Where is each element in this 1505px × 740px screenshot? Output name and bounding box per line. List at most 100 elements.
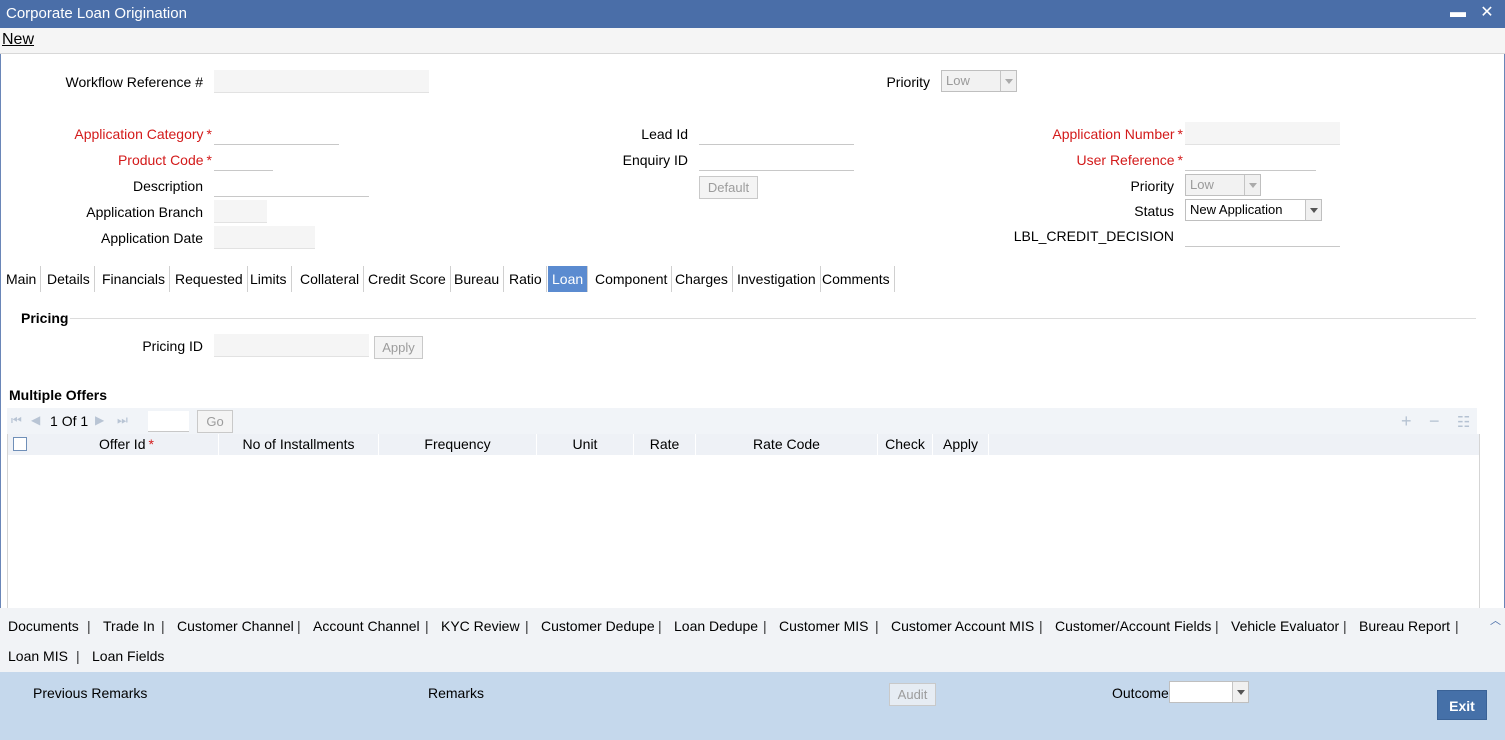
col-no-of-installments: No of Installments	[219, 434, 379, 455]
tab-details[interactable]: Details	[43, 266, 95, 292]
prev-page-icon[interactable]: ◀	[31, 414, 43, 426]
product-code-field[interactable]	[214, 148, 273, 171]
tab-main[interactable]: Main	[2, 266, 42, 292]
tab-loan[interactable]: Loan	[548, 266, 589, 292]
separator: |	[87, 618, 91, 634]
col-check: Check	[878, 434, 933, 455]
enquiry-id-field[interactable]	[699, 148, 854, 171]
separator: |	[1455, 618, 1459, 634]
status-label: Status	[1134, 203, 1174, 219]
tab-ratio[interactable]: Ratio	[505, 266, 547, 292]
app-number-field[interactable]	[1185, 122, 1340, 145]
tab-credit-score[interactable]: Credit Score	[364, 266, 451, 292]
page-indicator: 1 Of 1	[50, 413, 89, 429]
workflow-ref-field[interactable]	[214, 70, 429, 93]
last-page-icon[interactable]: ⏭	[117, 414, 129, 426]
description-field[interactable]	[214, 174, 369, 197]
pricing-id-field[interactable]	[214, 334, 369, 357]
link-customer-account-mis[interactable]: Customer Account MIS	[891, 618, 1034, 634]
exit-button[interactable]: Exit	[1437, 690, 1487, 720]
link-customer-account-fields[interactable]: Customer/Account Fields	[1055, 618, 1211, 634]
collapse-links-icon[interactable]: ︿	[1490, 612, 1501, 628]
default-button[interactable]: Default	[699, 176, 758, 199]
minimize-icon[interactable]: ▬	[1448, 3, 1468, 23]
footer-bar: Previous Remarks Remarks Audit Outcome	[0, 672, 1505, 740]
tab-charges[interactable]: Charges	[671, 266, 733, 292]
chevron-down-icon	[1232, 682, 1248, 702]
separator: |	[525, 618, 529, 634]
app-number-label: Application Number *	[1052, 126, 1183, 142]
chevron-down-icon	[1000, 71, 1016, 91]
offers-grid-header: Offer Id * No of Installments Frequency U…	[7, 434, 1480, 455]
link-loan-mis[interactable]: Loan MIS	[8, 648, 68, 664]
audit-button[interactable]: Audit	[889, 683, 936, 706]
separator: |	[763, 618, 767, 634]
first-page-icon[interactable]: ⏮	[11, 414, 23, 426]
go-page-input[interactable]	[148, 411, 189, 432]
close-icon[interactable]: ✕	[1477, 3, 1497, 23]
tab-investigation[interactable]: Investigation	[733, 266, 821, 292]
separator: |	[875, 618, 879, 634]
separator: |	[1039, 618, 1043, 634]
header-priority-select[interactable]: Low	[941, 70, 1017, 92]
user-ref-field[interactable]	[1185, 148, 1316, 171]
app-branch-field[interactable]	[214, 200, 267, 223]
chevron-down-icon	[1305, 200, 1321, 220]
remove-row-icon[interactable]: −	[1429, 411, 1440, 432]
new-link[interactable]: New	[2, 31, 34, 49]
app-branch-label: Application Branch	[86, 204, 203, 220]
tab-financials[interactable]: Financials	[98, 266, 171, 292]
tab-component[interactable]: Component	[591, 266, 673, 292]
description-label: Description	[132, 178, 203, 194]
select-all-checkbox[interactable]	[13, 437, 27, 451]
chevron-down-icon	[1244, 175, 1260, 195]
tab-limits[interactable]: Limits	[246, 266, 292, 292]
header-priority-label: Priority	[886, 74, 930, 90]
link-account-channel[interactable]: Account Channel	[313, 618, 420, 634]
pricing-id-label: Pricing ID	[142, 338, 203, 354]
outcome-select[interactable]	[1169, 681, 1249, 703]
next-page-icon[interactable]: ▶	[95, 414, 107, 426]
col-unit: Unit	[537, 434, 634, 455]
offers-grid-body	[7, 455, 1480, 608]
previous-remarks-link[interactable]: Previous Remarks	[33, 685, 147, 701]
link-kyc-review[interactable]: KYC Review	[441, 618, 520, 634]
lead-id-field[interactable]	[699, 122, 854, 145]
subsystem-links: Documents | Trade In | Customer Channel …	[0, 608, 1505, 672]
single-view-icon[interactable]: ☷	[1457, 413, 1470, 431]
lead-id-label: Lead Id	[641, 126, 688, 142]
tab-collateral[interactable]: Collateral	[296, 266, 365, 292]
header-priority-value: Low	[946, 73, 970, 88]
outcome-label: Outcome	[1112, 685, 1169, 701]
remarks-label: Remarks	[428, 685, 485, 701]
pricing-apply-button[interactable]: Apply	[374, 336, 423, 359]
separator: |	[161, 618, 165, 634]
offers-section-title: Multiple Offers	[9, 387, 108, 403]
add-row-icon[interactable]: +	[1401, 411, 1412, 432]
link-customer-mis[interactable]: Customer MIS	[779, 618, 868, 634]
tab-bureau[interactable]: Bureau	[450, 266, 505, 292]
product-code-label: Product Code *	[117, 152, 212, 168]
tab-comments[interactable]: Comments	[818, 266, 895, 292]
workflow-ref-label: Workflow Reference #	[65, 74, 203, 90]
status-select[interactable]: New Application	[1185, 199, 1322, 221]
link-customer-channel[interactable]: Customer Channel	[177, 618, 294, 634]
link-loan-dedupe[interactable]: Loan Dedupe	[674, 618, 758, 634]
link-vehicle-evaluator[interactable]: Vehicle Evaluator	[1231, 618, 1339, 634]
credit-decision-field[interactable]	[1185, 224, 1340, 247]
go-button[interactable]: Go	[197, 410, 233, 433]
separator: |	[658, 618, 662, 634]
link-customer-dedupe[interactable]: Customer Dedupe	[541, 618, 655, 634]
app-date-field[interactable]	[214, 226, 315, 249]
separator: |	[76, 648, 80, 664]
app-category-field[interactable]	[214, 122, 339, 145]
link-documents[interactable]: Documents	[8, 618, 79, 634]
link-trade-in[interactable]: Trade In	[103, 618, 155, 634]
priority-select[interactable]: Low	[1185, 174, 1261, 196]
col-apply: Apply	[933, 434, 989, 455]
link-loan-fields[interactable]: Loan Fields	[92, 648, 164, 664]
separator: |	[297, 618, 301, 634]
link-bureau-report[interactable]: Bureau Report	[1359, 618, 1450, 634]
separator: |	[1343, 618, 1347, 634]
tab-requested[interactable]: Requested	[171, 266, 248, 292]
